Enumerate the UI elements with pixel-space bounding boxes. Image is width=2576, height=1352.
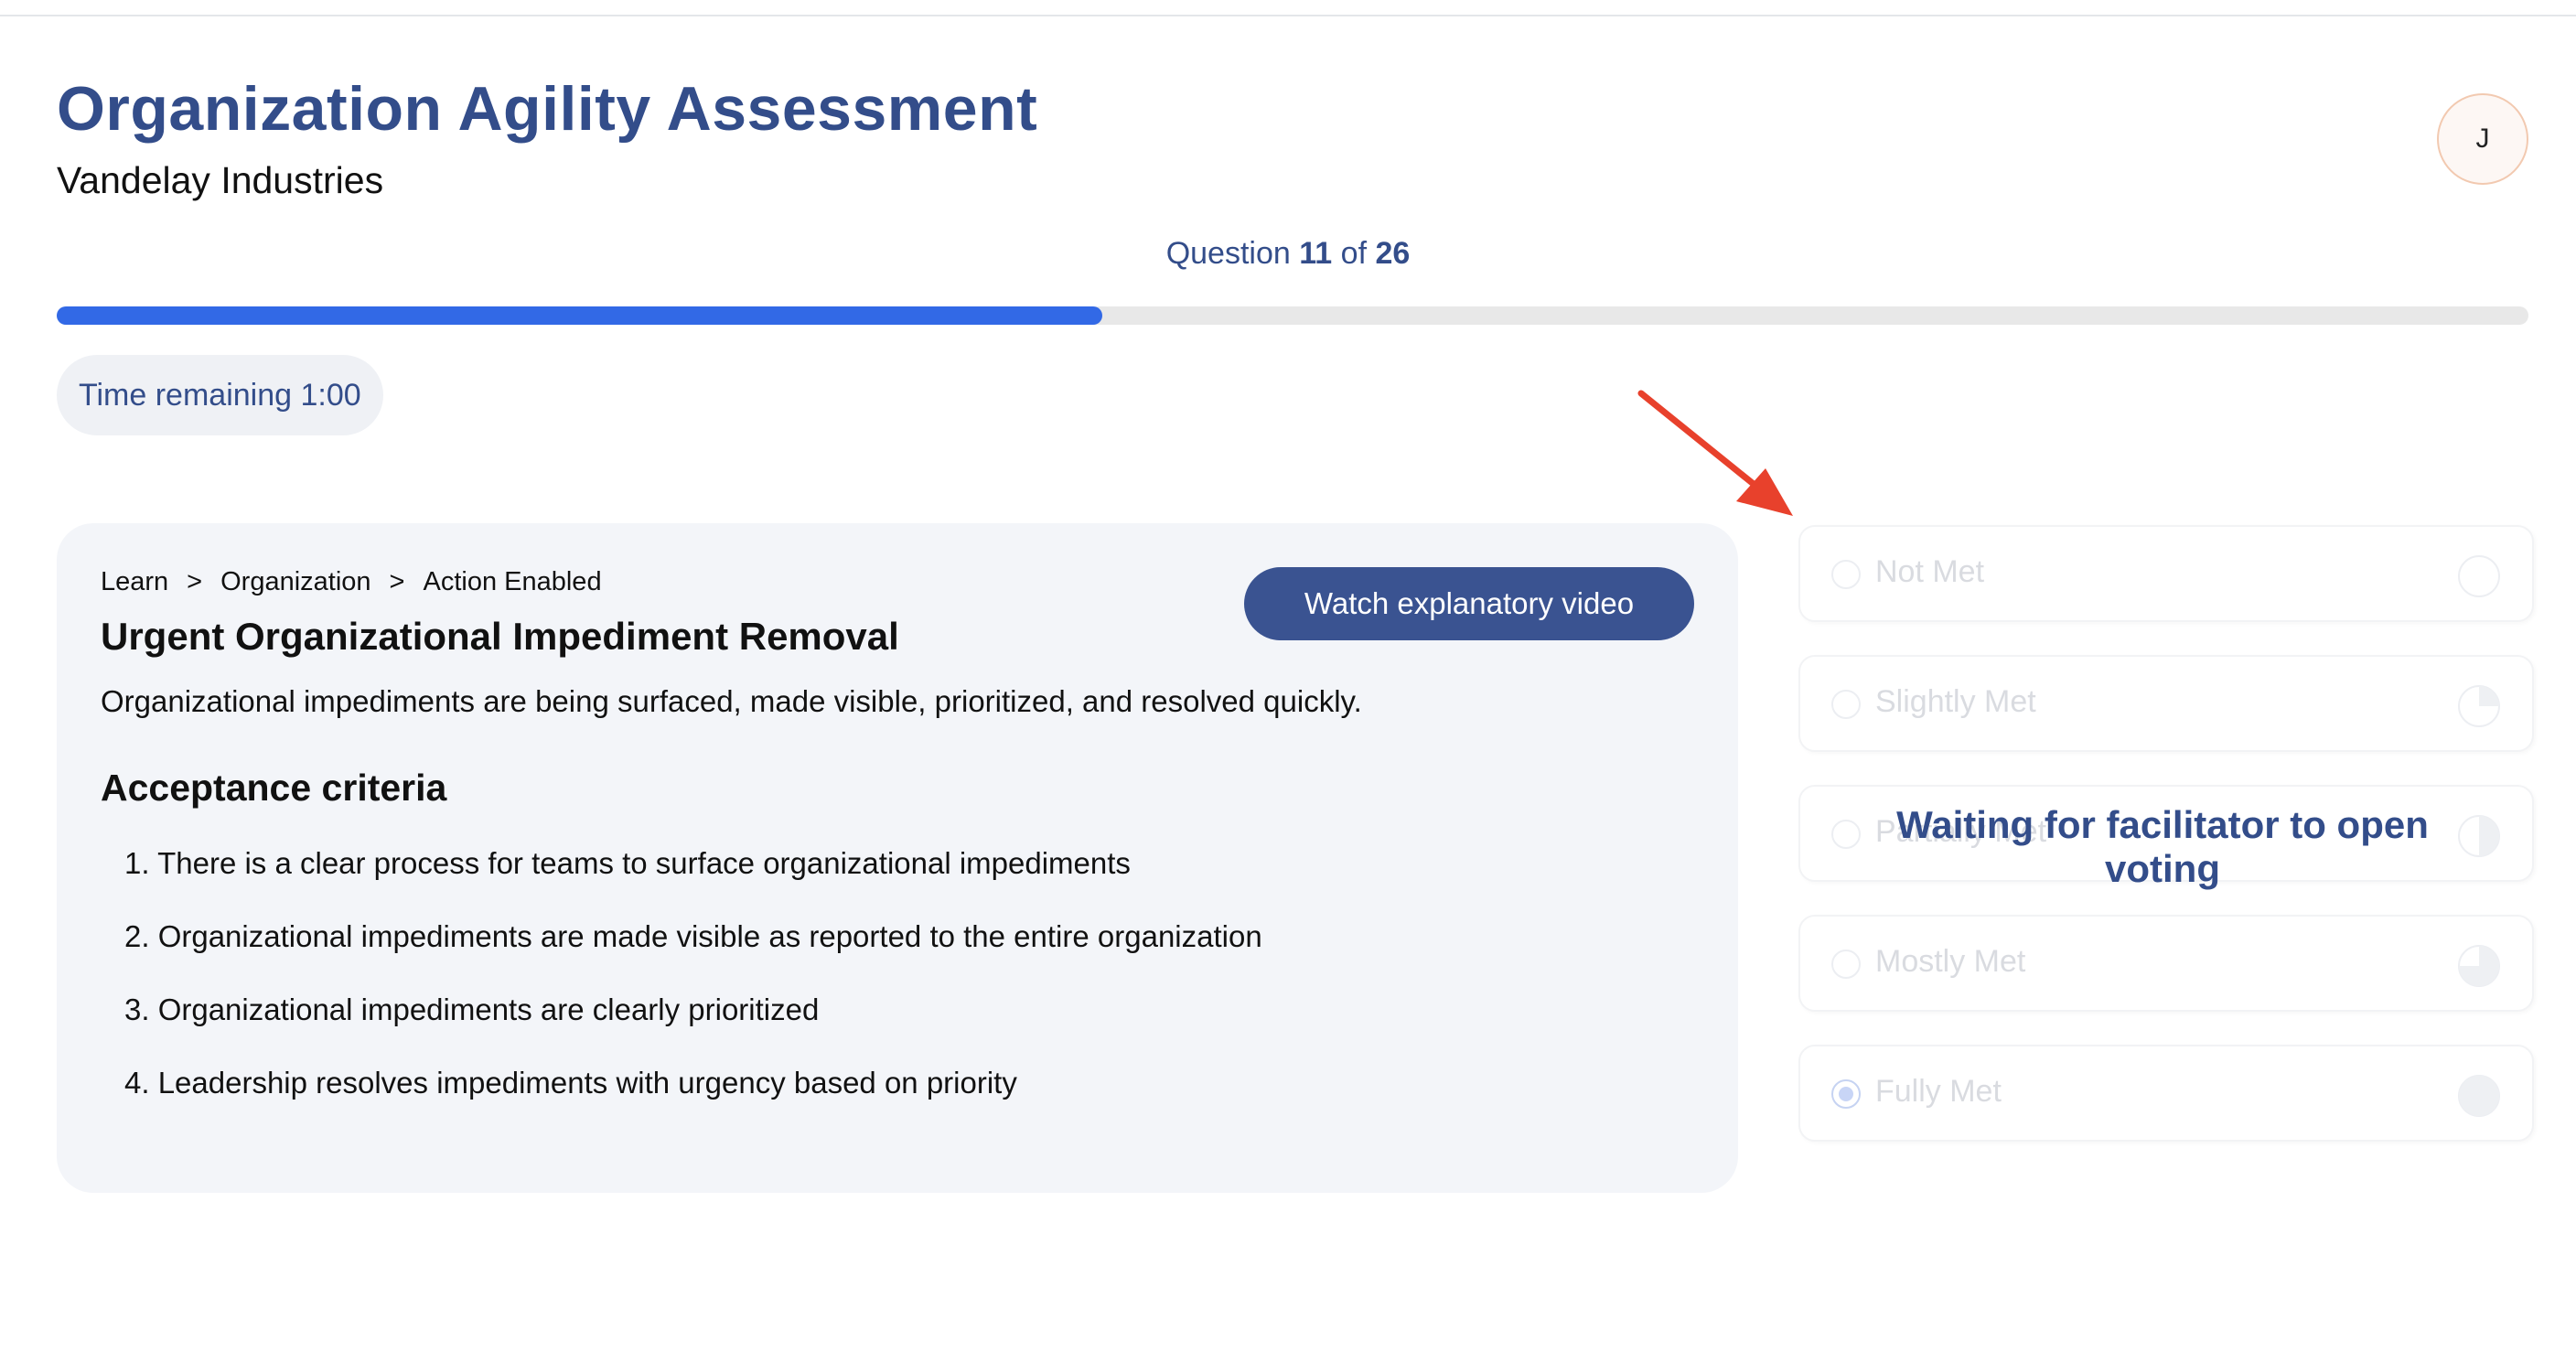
question-card: Learn > Organization > Action Enabled Wa…	[57, 523, 1738, 1193]
radio-button[interactable]	[1831, 560, 1861, 589]
pie-icon	[2458, 1075, 2500, 1117]
breadcrumb-item-action-enabled[interactable]: Action Enabled	[423, 567, 601, 597]
radio-button[interactable]	[1831, 690, 1861, 719]
item-title: Urgent Organizational Impediment Removal	[101, 615, 899, 658]
breadcrumb-separator: >	[389, 567, 405, 596]
breadcrumb-item-learn[interactable]: Learn	[101, 567, 168, 597]
time-remaining-badge: Time remaining 1:00	[57, 355, 383, 435]
radio-button-selected[interactable]	[1831, 1079, 1861, 1109]
item-description: Organizational impediments are being sur…	[101, 684, 1362, 718]
pie-icon	[2458, 555, 2500, 597]
breadcrumb-item-organization[interactable]: Organization	[220, 567, 370, 597]
pie-icon	[2458, 685, 2500, 727]
organization-name: Vandelay Industries	[57, 159, 384, 201]
question-total: 26	[1375, 236, 1411, 271]
question-current: 11	[1299, 236, 1333, 271]
waiting-overlay-message: Waiting for facilitator to open voting	[1896, 803, 2429, 890]
criteria-item: 3. Organizational impediments are clearl…	[124, 993, 820, 1026]
option-not-met[interactable]: Not Met	[1798, 525, 2534, 622]
breadcrumb-separator: >	[187, 567, 203, 596]
option-label: Mostly Met	[1875, 944, 2026, 979]
criteria-heading: Acceptance criteria	[101, 767, 447, 809]
question-of: of	[1340, 236, 1368, 271]
progress-bar-fill	[57, 306, 1102, 325]
radio-button[interactable]	[1831, 950, 1861, 979]
radio-button[interactable]	[1831, 820, 1861, 849]
pie-icon	[2458, 945, 2500, 987]
red-arrow-icon	[1637, 390, 1793, 516]
criteria-list: 1. There is a clear process for teams to…	[124, 845, 1262, 1138]
option-label: Not Met	[1875, 554, 1985, 589]
question-prefix: Question	[1165, 236, 1291, 271]
progress-bar	[57, 306, 2528, 325]
option-fully-met[interactable]: Fully Met	[1798, 1045, 2534, 1142]
pie-icon	[2458, 815, 2500, 857]
watch-video-button[interactable]: Watch explanatory video	[1244, 567, 1694, 640]
top-divider	[0, 15, 2576, 16]
criteria-item: 1. There is a clear process for teams to…	[124, 846, 1131, 880]
option-mostly-met[interactable]: Mostly Met	[1798, 915, 2534, 1012]
option-label: Slightly Met	[1875, 684, 2036, 719]
breadcrumb: Learn > Organization > Action Enabled	[101, 567, 602, 597]
option-label: Fully Met	[1875, 1074, 2002, 1109]
option-slightly-met[interactable]: Slightly Met	[1798, 655, 2534, 752]
criteria-item: 2. Organizational impediments are made v…	[124, 919, 1262, 953]
question-counter: Question 11 of 26	[0, 236, 2576, 272]
page-title: Organization Agility Assessment	[57, 74, 1038, 144]
criteria-item: 4. Leadership resolves impediments with …	[124, 1066, 1017, 1100]
avatar[interactable]: J	[2437, 93, 2528, 185]
